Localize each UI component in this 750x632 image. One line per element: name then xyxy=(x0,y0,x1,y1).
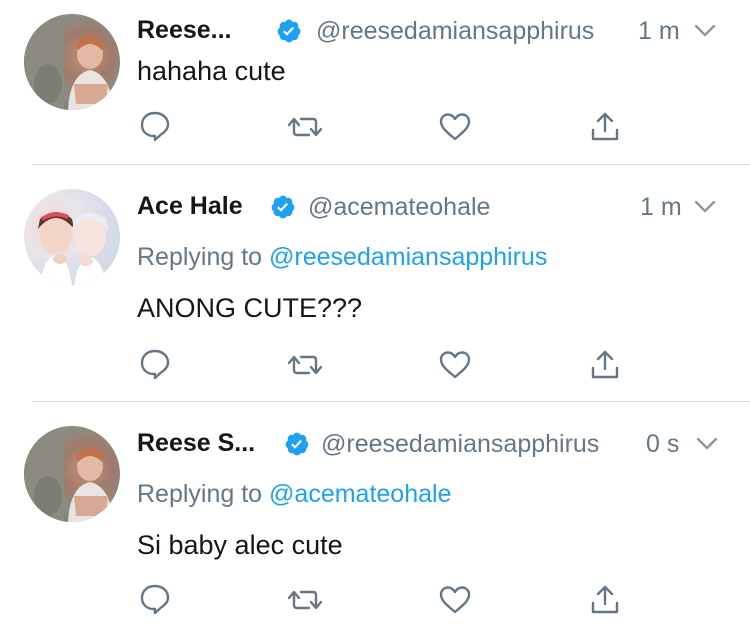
reply-icon[interactable] xyxy=(138,109,172,143)
display-name[interactable]: Ace Hale xyxy=(137,192,243,221)
retweet-icon[interactable] xyxy=(288,348,322,382)
share-icon[interactable] xyxy=(588,110,622,144)
avatar-photo xyxy=(38,212,108,285)
like-icon[interactable] xyxy=(438,348,472,382)
handle[interactable]: @reesedamiansapphirus xyxy=(316,17,594,46)
display-name[interactable]: Reese S... xyxy=(137,429,255,458)
share-icon[interactable] xyxy=(588,348,622,382)
mention-link[interactable]: @reesedamiansapphirus xyxy=(269,243,547,271)
verified-badge-icon xyxy=(271,195,295,219)
reply-icon[interactable] xyxy=(138,582,172,616)
verified-badge-icon xyxy=(285,432,309,456)
like-icon[interactable] xyxy=(438,110,472,144)
chevron-down-icon[interactable] xyxy=(696,437,718,451)
avatar-photo xyxy=(24,14,114,110)
replying-to-label: Replying to xyxy=(137,243,270,271)
avatar[interactable] xyxy=(24,189,120,285)
display-name[interactable]: Reese... xyxy=(137,16,232,45)
chevron-down-icon[interactable] xyxy=(694,24,716,38)
timestamp[interactable]: 0 s xyxy=(646,430,679,459)
avatar-photo xyxy=(24,426,114,522)
mention-link[interactable]: @acemateohale xyxy=(269,480,451,508)
handle[interactable]: @acemateohale xyxy=(308,193,490,222)
timestamp[interactable]: 1 m xyxy=(638,17,680,46)
avatar[interactable] xyxy=(24,14,120,110)
tweet-text: ANONG CUTE??? xyxy=(137,293,363,323)
avatar[interactable] xyxy=(24,426,120,522)
share-icon[interactable] xyxy=(588,583,622,617)
reply-icon[interactable] xyxy=(138,347,172,381)
chevron-down-icon[interactable] xyxy=(694,200,716,214)
like-icon[interactable] xyxy=(438,583,472,617)
tweet-text: hahaha cute xyxy=(137,56,286,86)
tweet[interactable]: Reese... @reesedamiansapphirus 1 m hahah… xyxy=(0,0,750,164)
tweet-text: Si baby alec cute xyxy=(137,530,343,560)
timestamp[interactable]: 1 m xyxy=(640,193,682,222)
verified-badge-icon xyxy=(277,19,301,43)
tweet[interactable]: Reese S... @reesedamiansapphirus 0 s Rep… xyxy=(0,402,750,632)
replying-to: Replying to @acemateohale xyxy=(137,480,451,509)
replying-to-label: Replying to xyxy=(137,480,270,508)
replying-to: Replying to @reesedamiansapphirus xyxy=(137,243,547,272)
retweet-icon[interactable] xyxy=(288,110,322,144)
tweet[interactable]: Ace Hale @acemateohale 1 m Replying to @… xyxy=(0,165,750,401)
retweet-icon[interactable] xyxy=(288,583,322,617)
handle[interactable]: @reesedamiansapphirus xyxy=(321,430,599,459)
